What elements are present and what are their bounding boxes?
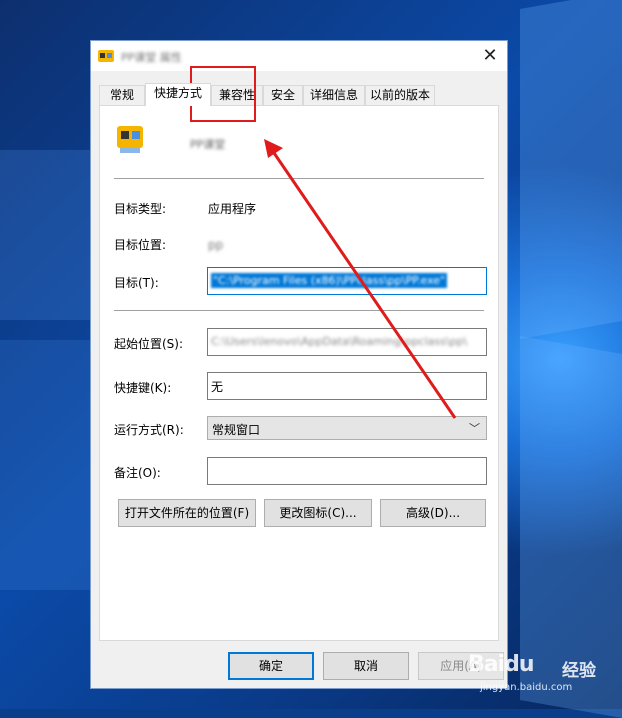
hotkey-input[interactable]: 无 xyxy=(207,372,487,400)
close-icon: ✕ xyxy=(482,45,498,66)
shortcut-panel: PP课堂 目标类型: 应用程序 目标位置: pp 目标(T): "C:\Prog… xyxy=(99,105,499,641)
cancel-button[interactable]: 取消 xyxy=(323,652,409,680)
watermark-suffix: 经验 xyxy=(562,661,596,681)
open-file-location-button[interactable]: 打开文件所在的位置(F) xyxy=(118,499,256,527)
start-in-label: 起始位置(S): xyxy=(114,337,184,351)
tab-general[interactable]: 常规 xyxy=(99,85,145,105)
comment-input[interactable] xyxy=(207,457,487,485)
run-label: 运行方式(R): xyxy=(114,423,184,437)
properties-dialog: PP课堂 属性 ✕ 常规 快捷方式 兼容性 安全 详细信息 以前的版本 PP课堂… xyxy=(90,40,508,689)
wallpaper-pane xyxy=(0,150,90,320)
change-icon-button[interactable]: 更改图标(C)... xyxy=(264,499,372,527)
tab-shortcut[interactable]: 快捷方式 xyxy=(145,83,211,106)
comment-label: 备注(O): xyxy=(114,466,161,480)
app-icon xyxy=(117,126,143,153)
tab-details[interactable]: 详细信息 xyxy=(303,85,365,105)
window-title: PP课堂 属性 xyxy=(121,51,182,64)
ok-button[interactable]: 确定 xyxy=(228,652,314,680)
watermark-url: jingyan.baidu.com xyxy=(480,682,573,693)
title-bar[interactable]: PP课堂 属性 ✕ xyxy=(91,41,507,71)
start-in-input[interactable]: C:\Users\lenovo\AppData\Roaming\ppclass\… xyxy=(207,328,487,356)
target-label: 目标(T): xyxy=(114,276,159,290)
run-value: 常规窗口 xyxy=(212,423,261,437)
divider xyxy=(114,178,484,179)
app-name: PP课堂 xyxy=(190,138,226,151)
target-type-label: 目标类型: xyxy=(114,202,167,216)
start-in-value: C:\Users\lenovo\AppData\Roaming\ppclass\… xyxy=(211,335,468,348)
run-select[interactable]: 常规窗口 ﹀ xyxy=(207,416,487,440)
target-location-label: 目标位置: xyxy=(114,238,167,252)
hotkey-value: 无 xyxy=(211,380,224,394)
chevron-down-icon: ﹀ xyxy=(469,422,480,435)
tab-security[interactable]: 安全 xyxy=(263,85,303,105)
watermark-brand: Baidu xyxy=(468,652,535,677)
tab-previous-versions[interactable]: 以前的版本 xyxy=(365,85,435,105)
divider xyxy=(114,310,484,311)
tab-strip: 常规 快捷方式 兼容性 安全 详细信息 以前的版本 xyxy=(99,83,499,106)
target-input[interactable]: "C:\Program Files (x86)\PPclass\pp\PP.ex… xyxy=(207,267,487,295)
target-type-value: 应用程序 xyxy=(208,202,257,216)
hotkey-label: 快捷键(K): xyxy=(114,381,172,395)
baidu-watermark: Baidu 经验 jingyan.baidu.com xyxy=(468,648,618,704)
wallpaper-pane xyxy=(0,340,90,590)
wallpaper-pane xyxy=(520,0,622,339)
app-icon xyxy=(98,50,114,62)
target-location-value: pp xyxy=(208,238,224,252)
target-value: "C:\Program Files (x86)\PPclass\pp\PP.ex… xyxy=(211,273,448,288)
close-button[interactable]: ✕ xyxy=(477,43,503,69)
advanced-button[interactable]: 高级(D)... xyxy=(380,499,486,527)
